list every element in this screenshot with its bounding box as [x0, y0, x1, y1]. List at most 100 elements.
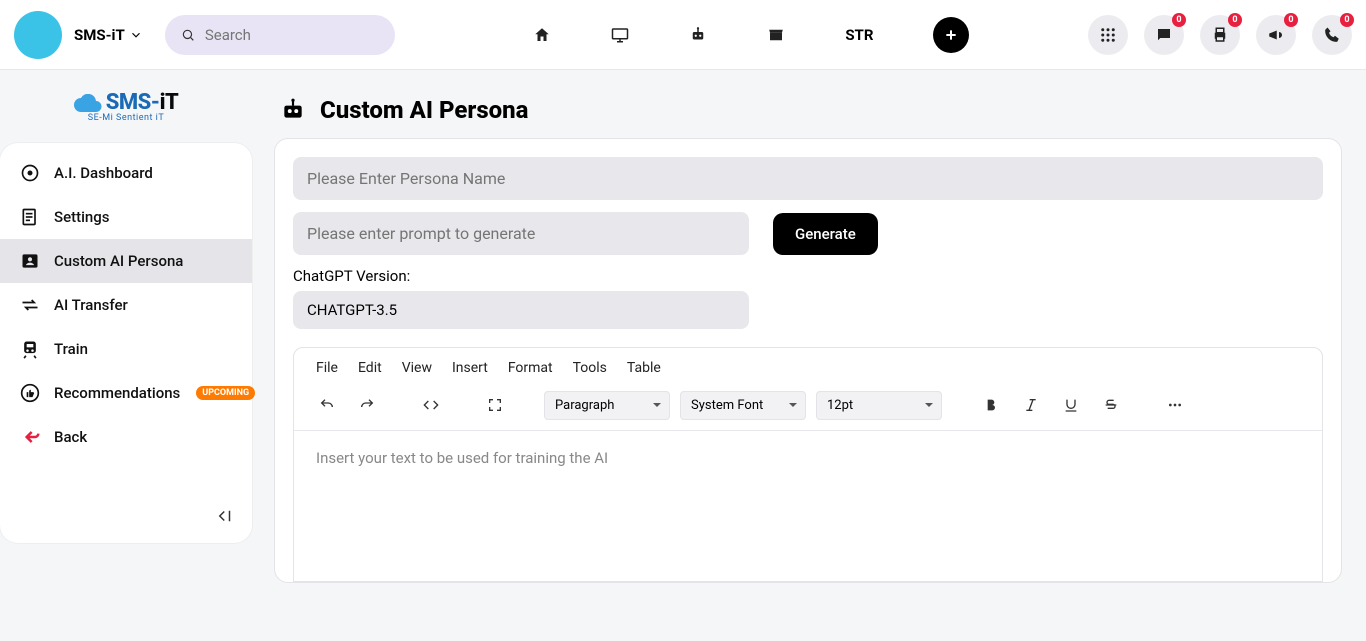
sidebar-item-train[interactable]: Train	[0, 327, 252, 371]
sidebar-item-recommendations[interactable]: Recommendations UPCOMING	[0, 371, 252, 415]
editor-body[interactable]: Insert your text to be used for training…	[294, 431, 1322, 581]
generate-button[interactable]: Generate	[773, 213, 878, 255]
printer-icon	[1211, 26, 1229, 44]
strikethrough-button[interactable]	[1096, 390, 1126, 420]
top-right-icons: 0 0 0 0	[1088, 15, 1352, 55]
upcoming-badge: UPCOMING	[196, 386, 255, 400]
phone-badge: 0	[1340, 13, 1354, 27]
cloud-icon	[74, 94, 102, 112]
phone-button[interactable]: 0	[1312, 15, 1352, 55]
home-icon[interactable]	[533, 26, 551, 44]
editor-toolbar: Paragraph System Font 12pt	[294, 384, 1322, 431]
underline-button[interactable]	[1056, 390, 1086, 420]
menu-edit[interactable]: Edit	[358, 360, 382, 376]
redo-icon	[359, 397, 375, 413]
search-input[interactable]	[205, 26, 379, 44]
top-center-nav: STR	[447, 17, 1056, 53]
page-header: Custom AI Persona	[280, 96, 1342, 124]
megaphone-icon	[1267, 26, 1285, 44]
editor-menu: File Edit View Insert Format Tools Table	[294, 348, 1322, 384]
prompt-input[interactable]	[293, 212, 749, 255]
undo-button[interactable]	[312, 390, 342, 420]
persona-icon	[20, 251, 40, 271]
main-panel: Custom AI Persona Generate ChatGPT Versi…	[260, 70, 1366, 641]
menu-format[interactable]: Format	[508, 360, 553, 376]
back-icon	[20, 427, 40, 447]
redo-button[interactable]	[352, 390, 382, 420]
bold-button[interactable]	[976, 390, 1006, 420]
sidebar-item-label: Recommendations	[54, 384, 180, 402]
sidebar-item-ai-transfer[interactable]: AI Transfer	[0, 283, 252, 327]
sidebar-nav: A.I. Dashboard Settings Custom AI Person…	[0, 143, 252, 543]
italic-icon	[1023, 397, 1039, 413]
code-icon	[423, 397, 439, 413]
persona-card: Generate ChatGPT Version: CHATGPT-3.5 Fi…	[274, 138, 1342, 583]
fullscreen-button[interactable]	[480, 390, 510, 420]
menu-file[interactable]: File	[316, 360, 338, 376]
strikethrough-icon	[1103, 397, 1119, 413]
avatar[interactable]	[14, 11, 62, 59]
sidebar-item-label: Train	[54, 340, 88, 358]
version-label: ChatGPT Version:	[293, 267, 1323, 285]
chevron-down-icon	[129, 28, 143, 42]
version-select[interactable]: CHATGPT-3.5	[293, 291, 749, 329]
sidebar-item-label: Back	[54, 428, 87, 446]
plus-icon	[943, 27, 959, 43]
chat-badge: 0	[1172, 13, 1186, 27]
bold-icon	[983, 397, 999, 413]
sidebar-item-settings[interactable]: Settings	[0, 195, 252, 239]
logo: SMS-iT SE-Mi Sentient iT	[74, 90, 179, 123]
settings-doc-icon	[20, 207, 40, 227]
store-icon[interactable]	[767, 26, 785, 44]
fullscreen-icon	[487, 397, 503, 413]
topbar: SMS-iT STR 0 0 0 0	[0, 0, 1366, 70]
font-select[interactable]: System Font	[680, 391, 806, 420]
train-icon	[20, 339, 40, 359]
sidebar-item-label: Custom AI Persona	[54, 252, 183, 270]
thumbs-up-icon	[20, 383, 40, 403]
underline-icon	[1063, 397, 1079, 413]
apps-grid-icon	[1099, 26, 1117, 44]
str-nav[interactable]: STR	[845, 26, 873, 44]
collapse-icon	[216, 507, 234, 525]
robot-icon[interactable]	[689, 26, 707, 44]
search-box[interactable]	[165, 15, 395, 55]
monitor-icon[interactable]	[611, 26, 629, 44]
code-button[interactable]	[416, 390, 446, 420]
transfer-icon	[20, 295, 40, 315]
announce-badge: 0	[1284, 13, 1298, 27]
robot-icon	[280, 97, 306, 123]
sidebar-item-custom-ai-persona[interactable]: Custom AI Persona	[0, 239, 252, 283]
search-icon	[181, 27, 195, 43]
fontsize-select[interactable]: 12pt	[816, 391, 942, 420]
sidebar-item-label: A.I. Dashboard	[54, 164, 153, 182]
menu-view[interactable]: View	[402, 360, 432, 376]
sidebar: SMS-iT SE-Mi Sentient iT A.I. Dashboard …	[0, 70, 260, 641]
logo-tagline: SE-Mi Sentient iT	[74, 113, 179, 123]
brand-dropdown[interactable]: SMS-iT	[74, 26, 143, 44]
menu-tools[interactable]: Tools	[573, 360, 607, 376]
dashboard-icon	[20, 163, 40, 183]
chat-button[interactable]: 0	[1144, 15, 1184, 55]
menu-insert[interactable]: Insert	[452, 360, 488, 376]
sidebar-item-label: Settings	[54, 208, 110, 226]
announce-button[interactable]: 0	[1256, 15, 1296, 55]
add-button[interactable]	[933, 17, 969, 53]
undo-icon	[319, 397, 335, 413]
menu-table[interactable]: Table	[627, 360, 661, 376]
collapse-sidebar-button[interactable]	[216, 507, 234, 529]
print-badge: 0	[1228, 13, 1242, 27]
editor: File Edit View Insert Format Tools Table	[293, 347, 1323, 582]
persona-name-input[interactable]	[293, 157, 1323, 200]
print-button[interactable]: 0	[1200, 15, 1240, 55]
more-icon	[1167, 397, 1183, 413]
italic-button[interactable]	[1016, 390, 1046, 420]
brand-label: SMS-iT	[74, 26, 125, 44]
sidebar-item-ai-dashboard[interactable]: A.I. Dashboard	[0, 151, 252, 195]
more-button[interactable]	[1160, 390, 1190, 420]
apps-button[interactable]	[1088, 15, 1128, 55]
phone-icon	[1323, 26, 1341, 44]
chat-icon	[1155, 26, 1173, 44]
paragraph-select[interactable]: Paragraph	[544, 391, 670, 420]
sidebar-item-back[interactable]: Back	[0, 415, 252, 459]
